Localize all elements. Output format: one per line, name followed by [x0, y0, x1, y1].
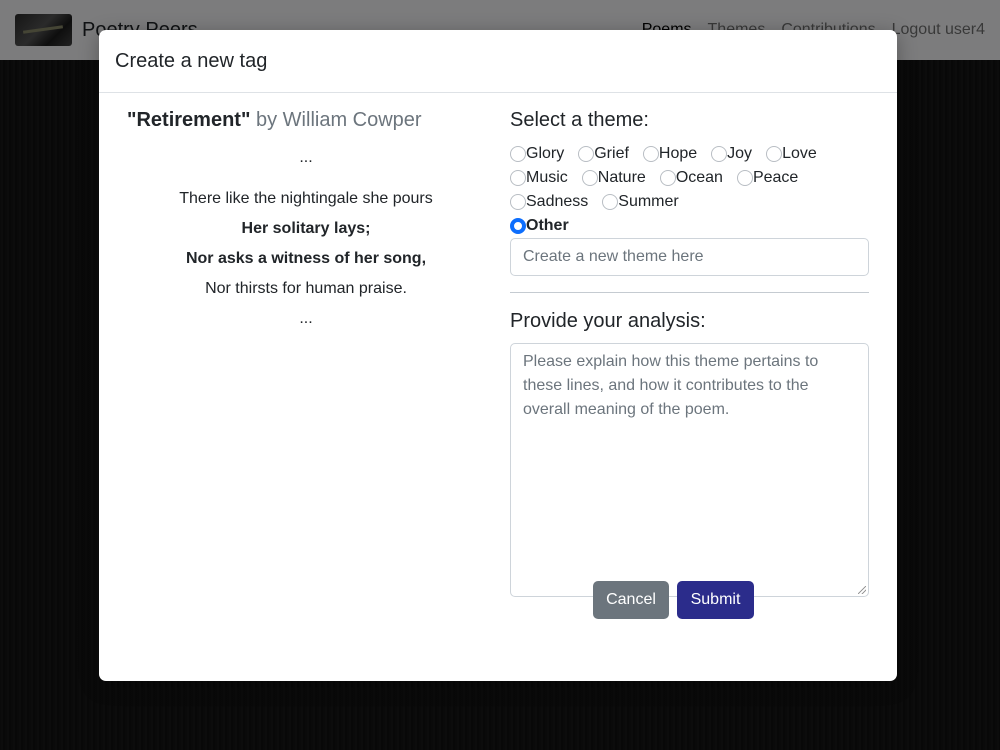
radio-label: Grief — [594, 145, 629, 162]
radio-button[interactable] — [510, 194, 526, 210]
poem-line: ... — [299, 310, 313, 327]
theme-option-glory[interactable]: Glory — [510, 142, 564, 166]
radio-label: Peace — [752, 169, 799, 186]
tag-form: Select a theme: Glory Grief Hope Joy Love Mus… — [510, 109, 869, 597]
submit-button[interactable]: Submit — [677, 581, 754, 619]
analysis-heading: Provide your analysis: — [510, 310, 706, 332]
cancel-button[interactable]: Cancel — [593, 581, 669, 619]
radio-button[interactable] — [736, 170, 753, 186]
radio-label: Love — [782, 145, 817, 162]
poem-line: Her solitary lays; — [241, 220, 371, 237]
theme-heading: Select a theme: — [510, 109, 649, 131]
radio-button[interactable] — [510, 170, 526, 186]
radio-button[interactable] — [510, 218, 526, 234]
modal-header: Create a new tag — [99, 30, 897, 93]
analysis-placeholder: Please explain how this theme pertains t… — [523, 353, 819, 418]
theme-option-nature[interactable]: Nature — [581, 166, 646, 190]
theme-option-love[interactable]: Love — [766, 142, 817, 166]
radio-label: Sadness — [526, 193, 589, 210]
modal-title: Create a new tag — [115, 49, 268, 72]
poem-author: by William Cowper — [256, 109, 422, 131]
theme-option-music[interactable]: Music — [510, 166, 568, 190]
radio-label: Glory — [526, 145, 565, 162]
theme-radio-group: Glory Grief Hope Joy Love Music Nature Ocean Pea… — [510, 142, 869, 238]
radio-label: Other — [526, 217, 569, 234]
theme-option-other[interactable]: Other — [510, 214, 569, 238]
theme-option-grief[interactable]: Grief — [578, 142, 629, 166]
radio-label: Summer — [618, 193, 679, 210]
poem-panel: "Retirement" by William Cowper ... There … — [127, 109, 485, 334]
radio-label: Music — [526, 169, 568, 186]
poem-excerpt: ... There like the nightingale she pours H… — [127, 146, 485, 334]
radio-button[interactable] — [766, 146, 783, 162]
theme-option-peace[interactable]: Peace — [736, 166, 799, 190]
poem-line: There like the nightingale she pours — [179, 190, 433, 207]
poem-line: Nor thirsts for human praise. — [205, 280, 407, 297]
poem-title: "Retirement" — [127, 109, 251, 131]
radio-button[interactable] — [642, 146, 659, 162]
modal-footer-buttons: Cancel Submit — [593, 581, 754, 619]
radio-label: Nature — [597, 169, 646, 186]
poem-line: ... — [299, 149, 313, 166]
radio-button[interactable] — [602, 194, 619, 210]
new-theme-input[interactable]: Create a new theme here — [510, 238, 869, 276]
theme-option-summer[interactable]: Summer — [602, 190, 679, 214]
create-tag-modal: Create a new tag "Retirement" by William… — [99, 30, 897, 681]
form-divider — [510, 292, 869, 293]
radio-label: Hope — [658, 145, 698, 162]
radio-label: Ocean — [675, 169, 723, 186]
resize-handle-icon[interactable] — [858, 586, 866, 594]
theme-option-hope[interactable]: Hope — [642, 142, 698, 166]
analysis-textarea[interactable]: Please explain how this theme pertains t… — [510, 343, 869, 597]
theme-option-ocean[interactable]: Ocean — [659, 166, 723, 190]
radio-button[interactable] — [711, 146, 728, 162]
theme-option-joy[interactable]: Joy — [711, 142, 752, 166]
poem-header: "Retirement" by William Cowper — [127, 109, 485, 132]
modal-body: "Retirement" by William Cowper ... There … — [99, 93, 897, 681]
theme-option-sadness[interactable]: Sadness — [510, 190, 588, 214]
radio-button[interactable] — [659, 170, 676, 186]
radio-label: Joy — [727, 145, 753, 162]
radio-button[interactable] — [578, 146, 595, 162]
radio-button[interactable] — [510, 146, 526, 162]
radio-button[interactable] — [581, 170, 598, 186]
poem-line: Nor asks a witness of her song, — [185, 250, 427, 267]
